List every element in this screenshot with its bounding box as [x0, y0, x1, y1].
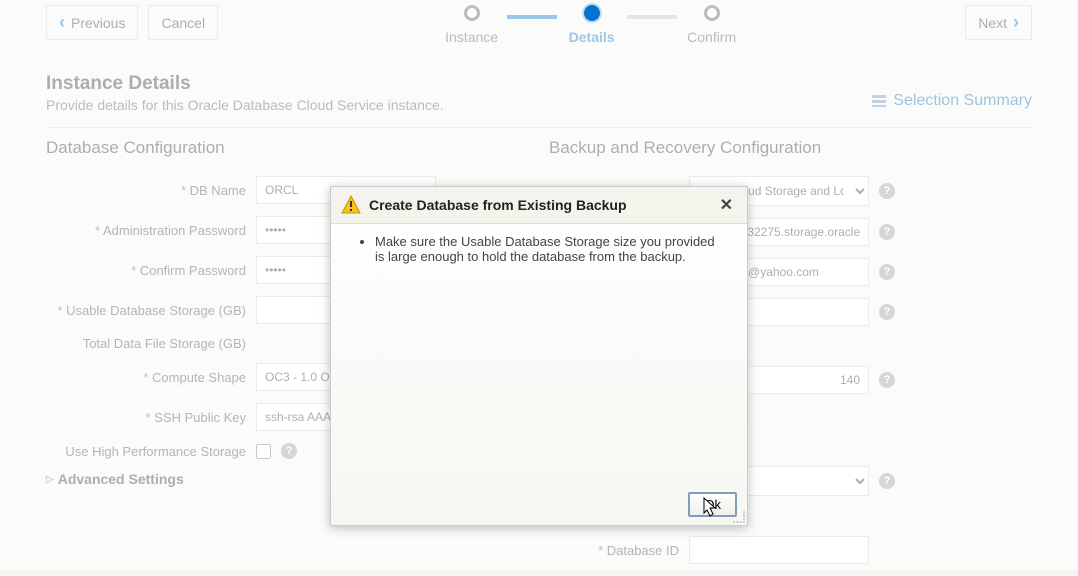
dialog-title: Create Database from Existing Backup — [369, 197, 716, 213]
create-db-from-backup-dialog: Create Database from Existing Backup ✕ M… — [330, 186, 748, 526]
step-circle-icon — [464, 5, 480, 21]
resize-handle-icon[interactable] — [733, 511, 745, 523]
step-circle-icon — [704, 5, 720, 21]
warning-icon — [341, 195, 361, 215]
dialog-message: Make sure the Usable Database Storage si… — [375, 234, 727, 264]
ok-label: Ok — [704, 497, 721, 512]
dialog-body: Make sure the Usable Database Storage si… — [331, 224, 747, 484]
dialog-close-button[interactable]: ✕ — [716, 195, 737, 215]
step-circle-icon — [584, 5, 600, 21]
dialog-ok-button[interactable]: Ok — [688, 492, 737, 517]
close-icon: ✕ — [720, 197, 733, 214]
modal-overlay: Create Database from Existing Backup ✕ M… — [0, 0, 1078, 570]
